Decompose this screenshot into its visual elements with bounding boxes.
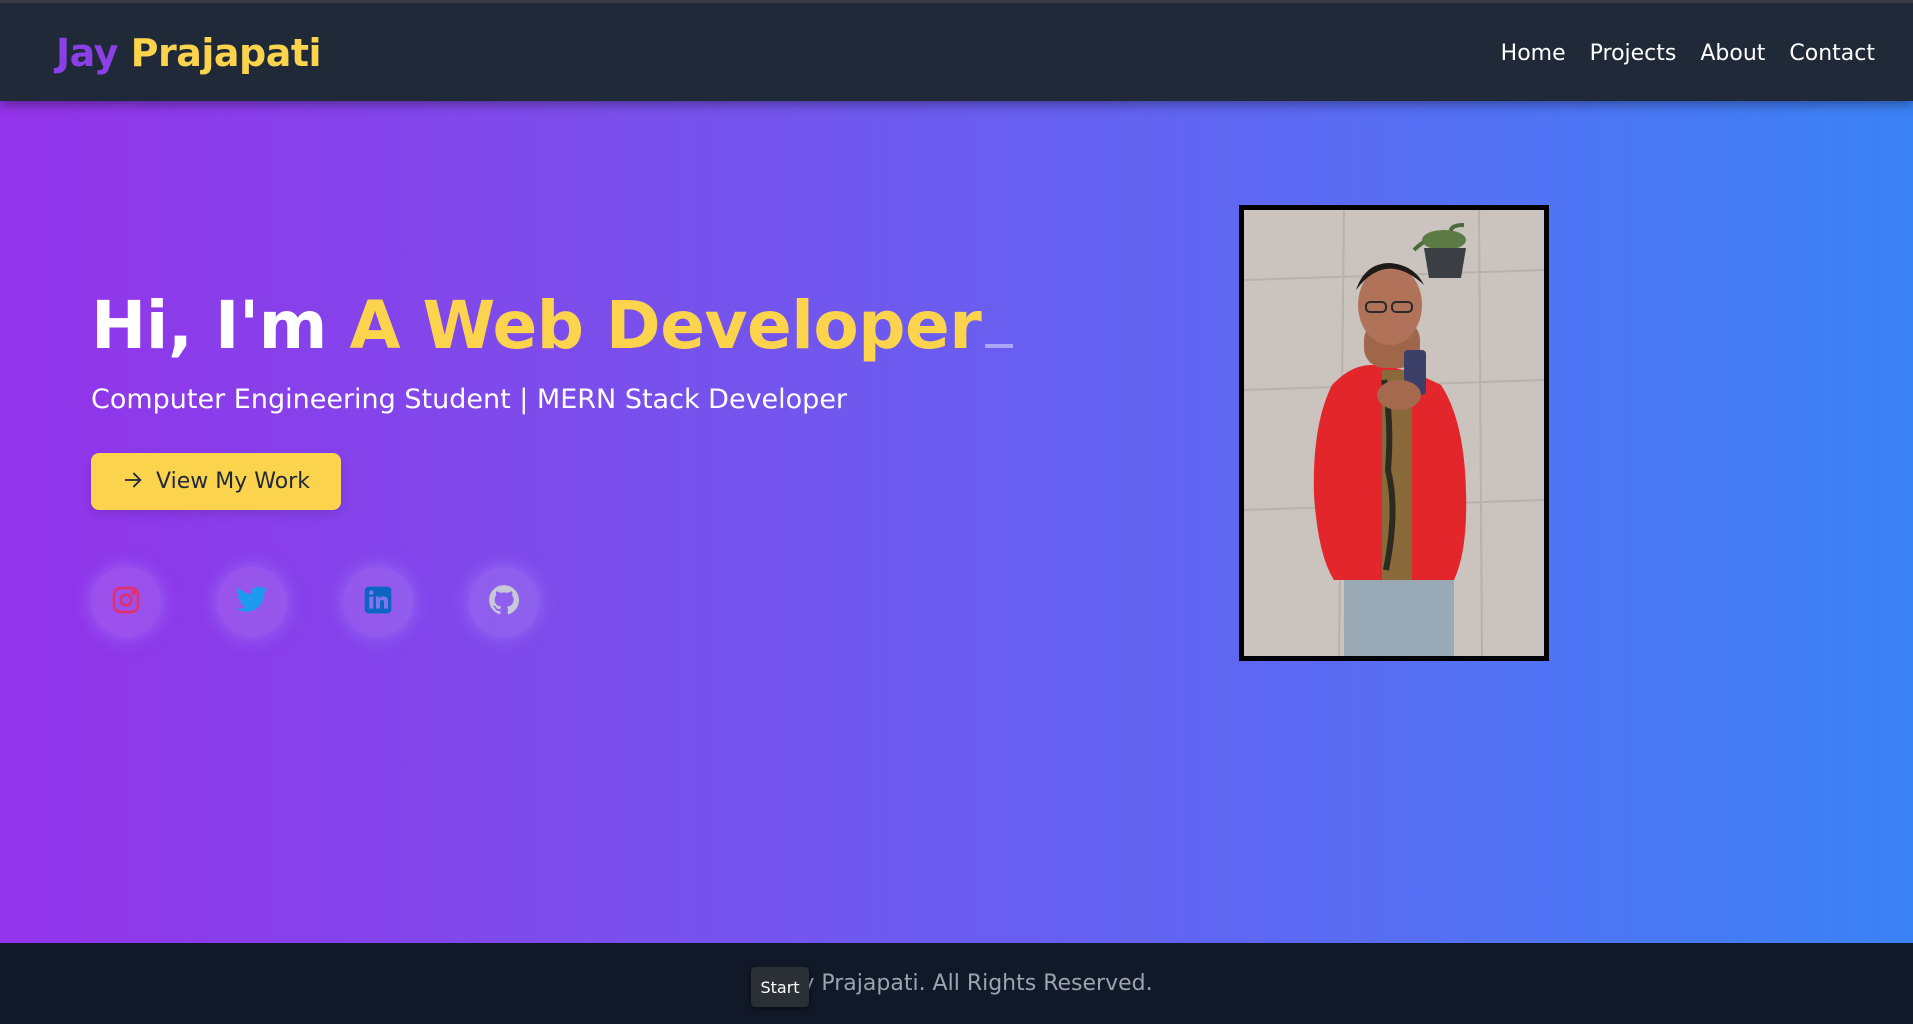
logo-first-name: Jay — [56, 31, 118, 75]
copyright-text: 4 Jay Prajapati. All Rights Reserved. — [760, 971, 1153, 996]
profile-photo-illustration — [1244, 210, 1544, 656]
start-button[interactable]: Start — [751, 967, 809, 1007]
social-links — [91, 567, 539, 637]
hero-subtitle: Computer Engineering Student | MERN Stac… — [91, 384, 848, 415]
arrow-right-icon — [122, 469, 144, 495]
nav-projects[interactable]: Projects — [1590, 41, 1677, 66]
main-nav: Home Projects About Contact — [1501, 41, 1875, 66]
hero-section: Hi, I'm A Web Developer Computer Enginee… — [0, 101, 1913, 943]
linkedin-icon — [362, 584, 394, 620]
nav-home[interactable]: Home — [1501, 41, 1566, 66]
github-link[interactable] — [469, 567, 539, 637]
instagram-link[interactable] — [91, 567, 161, 637]
github-icon — [487, 583, 521, 621]
hero-greeting: Hi, I'm — [91, 287, 327, 364]
logo-last-name: Prajapati — [130, 31, 322, 75]
site-footer: 4 Jay Prajapati. All Rights Reserved. St… — [0, 943, 1913, 1024]
nav-contact[interactable]: Contact — [1789, 41, 1875, 66]
profile-photo — [1239, 205, 1549, 661]
twitter-icon — [235, 583, 269, 621]
instagram-icon — [110, 584, 142, 620]
nav-about[interactable]: About — [1700, 41, 1765, 66]
linkedin-link[interactable] — [343, 567, 413, 637]
site-logo[interactable]: Jay Prajapati — [56, 31, 322, 75]
twitter-link[interactable] — [217, 567, 287, 637]
view-my-work-button[interactable]: View My Work — [91, 453, 341, 510]
hero-typed-text: A Web Developer — [349, 287, 982, 364]
site-header: Jay Prajapati Home Projects About Contac… — [0, 3, 1913, 101]
hero-heading: Hi, I'm A Web Developer — [91, 287, 1014, 364]
typing-cursor — [985, 344, 1014, 348]
view-my-work-label: View My Work — [156, 469, 310, 494]
